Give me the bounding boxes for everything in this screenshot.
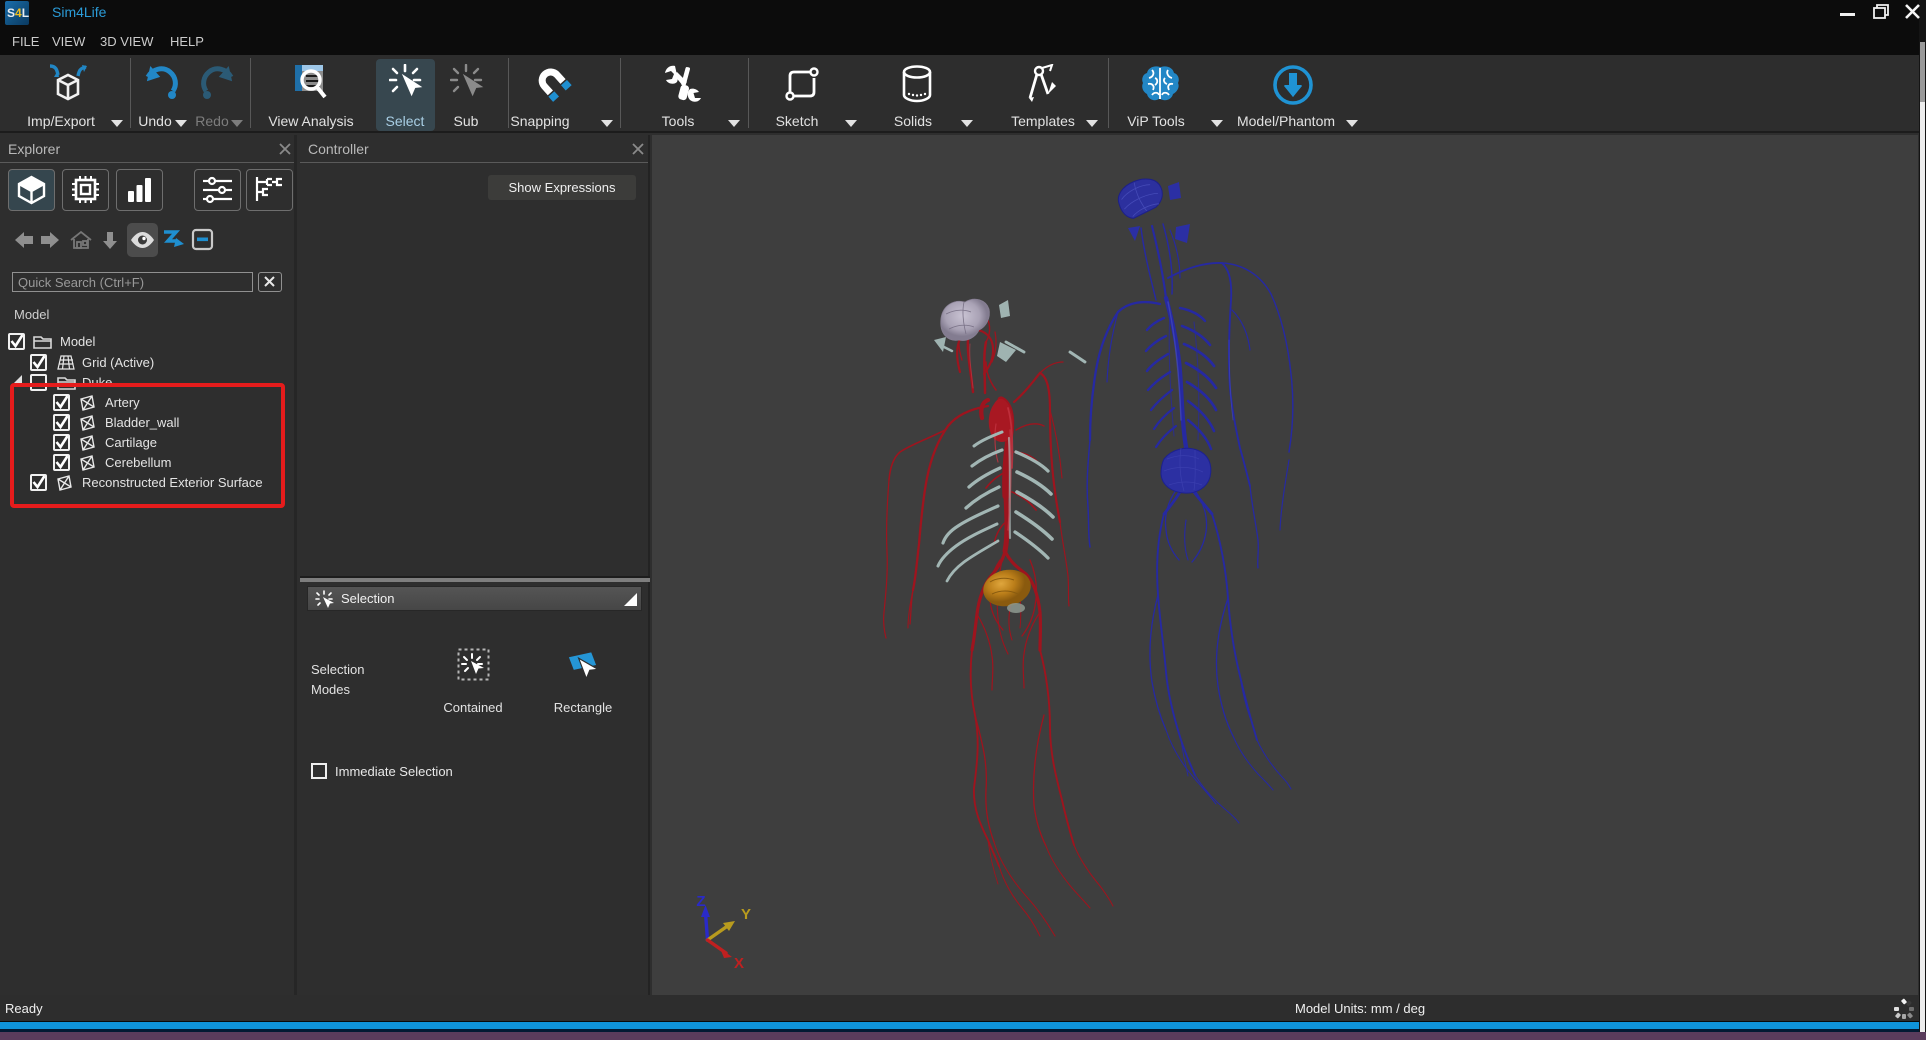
svg-text:Y: Y — [741, 906, 751, 923]
svg-text:Z: Z — [696, 893, 705, 910]
svg-text:X: X — [734, 955, 744, 972]
